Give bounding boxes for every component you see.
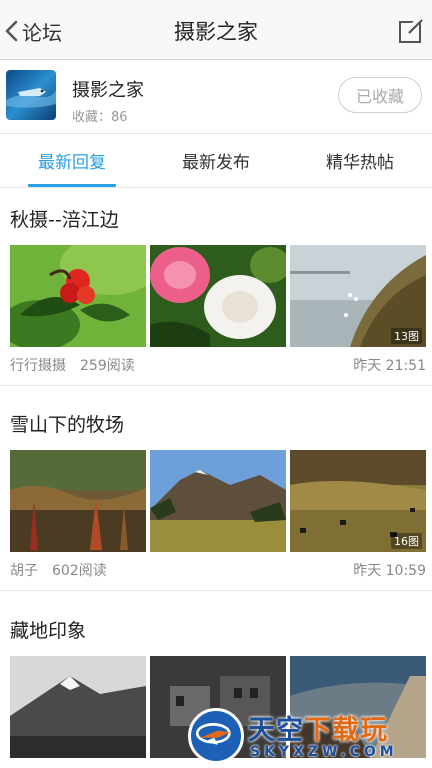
post-meta: 胡子 602阅读 [10, 560, 107, 580]
forum-name: 摄影之家 [72, 80, 144, 101]
post-author[interactable]: 胡子 [10, 563, 38, 579]
forum-avatar [6, 70, 56, 120]
post-meta: 行行摄摄 259阅读 [10, 355, 135, 375]
post-title: 秋摄--涪江边 [10, 209, 119, 231]
thumbnail-image[interactable]: 13图 [290, 245, 426, 347]
thumbnail-image[interactable] [150, 450, 286, 552]
watermark-url: SKYXZW.COM [250, 744, 398, 760]
thumbnail-image[interactable] [10, 656, 146, 758]
post-item[interactable]: 秋摄--涪江边 13图 行行摄摄 259阅读 昨天 21:51 [0, 189, 432, 395]
thumbnail-image[interactable] [150, 245, 286, 347]
tab-featured[interactable]: 精华热帖 [288, 134, 432, 187]
nav-bar: 论坛 摄影之家 [0, 0, 432, 60]
post-author[interactable]: 行行摄摄 [10, 358, 66, 374]
post-title: 雪山下的牧场 [10, 414, 125, 436]
back-button[interactable]: 论坛 [4, 14, 62, 48]
watermark-text-part2: 下载玩 [304, 715, 388, 746]
tab-latest-post[interactable]: 最新发布 [144, 134, 288, 187]
watermark-text-part1: 天空 [248, 715, 304, 746]
thumbnail-image[interactable] [10, 450, 146, 552]
post-title: 藏地印象 [10, 620, 87, 642]
favorited-button[interactable]: 已收藏 [338, 77, 422, 113]
favorite-count: 收藏：86 [72, 110, 128, 125]
thumbnail-image[interactable] [10, 245, 146, 347]
image-count-badge: 16图 [391, 533, 422, 549]
post-reads: 259阅读 [80, 358, 135, 374]
forum-board-page: 论坛 摄影之家 摄影之家 收藏：86 已收藏 最新回复 最新发布 精华热帖 秋摄… [0, 0, 432, 768]
post-time: 昨天 10:59 [353, 563, 426, 579]
watermark-emblem-icon [188, 708, 244, 764]
image-count-badge: 13图 [391, 328, 422, 344]
watermark-text: 天空下载玩 [248, 708, 388, 747]
post-thumbnails: 13图 [10, 245, 426, 347]
chevron-left-icon [5, 20, 18, 42]
watermark-logo: 天空下载玩 SKYXZW.COM [188, 706, 432, 768]
post-thumbnails: 16图 [10, 450, 426, 552]
forum-header: 摄影之家 收藏：86 已收藏 [0, 60, 432, 134]
post-reads: 602阅读 [52, 563, 107, 579]
tab-latest-reply[interactable]: 最新回复 [0, 134, 144, 187]
page-title: 摄影之家 [174, 20, 258, 44]
tab-bar: 最新回复 最新发布 精华热帖 [0, 134, 432, 188]
compose-icon[interactable] [398, 18, 424, 44]
post-time: 昨天 21:51 [353, 358, 426, 374]
thumbnail-image[interactable]: 16图 [290, 450, 426, 552]
post-item[interactable]: 雪山下的牧场 16图 胡子 602阅读 昨天 10:59 [0, 394, 432, 600]
divider [0, 590, 432, 600]
back-label: 论坛 [22, 20, 62, 45]
